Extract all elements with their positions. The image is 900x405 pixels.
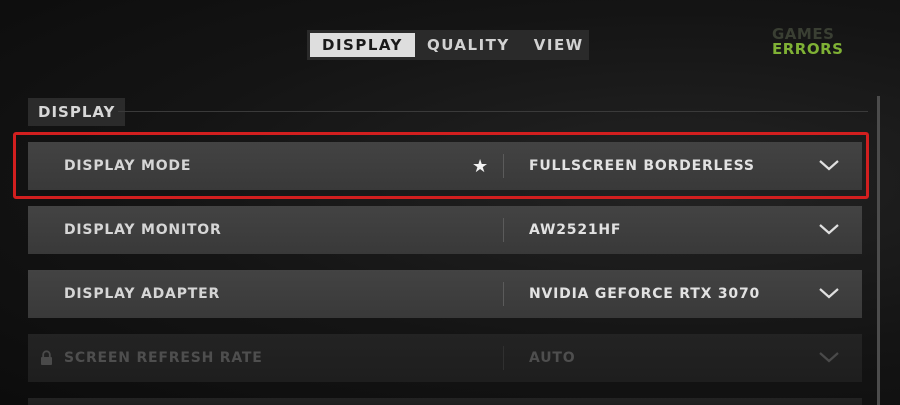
settings-tab-bar: DISPLAY QUALITY VIEW (307, 30, 589, 60)
section-header: DISPLAY (28, 98, 126, 126)
section-divider (118, 111, 868, 112)
setting-label: SCREEN REFRESH RATE (64, 350, 263, 366)
setting-row-display-monitor[interactable]: DISPLAY MONITOR AW2521HF (28, 206, 862, 254)
row-divider (503, 218, 504, 242)
setting-row-screen-refresh-rate: SCREEN REFRESH RATE AUTO (28, 334, 862, 382)
setting-value: NVIDIA GEFORCE RTX 3070 (529, 286, 761, 302)
chevron-down-icon[interactable] (818, 222, 840, 236)
row-divider (503, 282, 504, 306)
watermark-logo: GAMES ERRORS (772, 27, 843, 57)
scrollbar[interactable] (877, 96, 880, 405)
chevron-down-icon[interactable] (818, 286, 840, 300)
tab-view[interactable]: VIEW (522, 33, 596, 57)
setting-label: DISPLAY MONITOR (64, 222, 222, 238)
tab-display[interactable]: DISPLAY (310, 33, 415, 57)
row-divider (503, 346, 504, 370)
watermark-line-2: ERRORS (772, 40, 844, 58)
setting-row-display-adapter[interactable]: DISPLAY ADAPTER NVIDIA GEFORCE RTX 3070 (28, 270, 862, 318)
setting-label: DISPLAY ADAPTER (64, 286, 221, 302)
lock-icon (41, 350, 52, 365)
setting-value: AW2521HF (529, 222, 622, 238)
setting-value: AUTO (529, 350, 576, 366)
chevron-down-icon (819, 352, 839, 363)
highlight-box (13, 132, 869, 199)
tab-quality[interactable]: QUALITY (415, 33, 522, 57)
setting-row-partial (28, 398, 862, 405)
